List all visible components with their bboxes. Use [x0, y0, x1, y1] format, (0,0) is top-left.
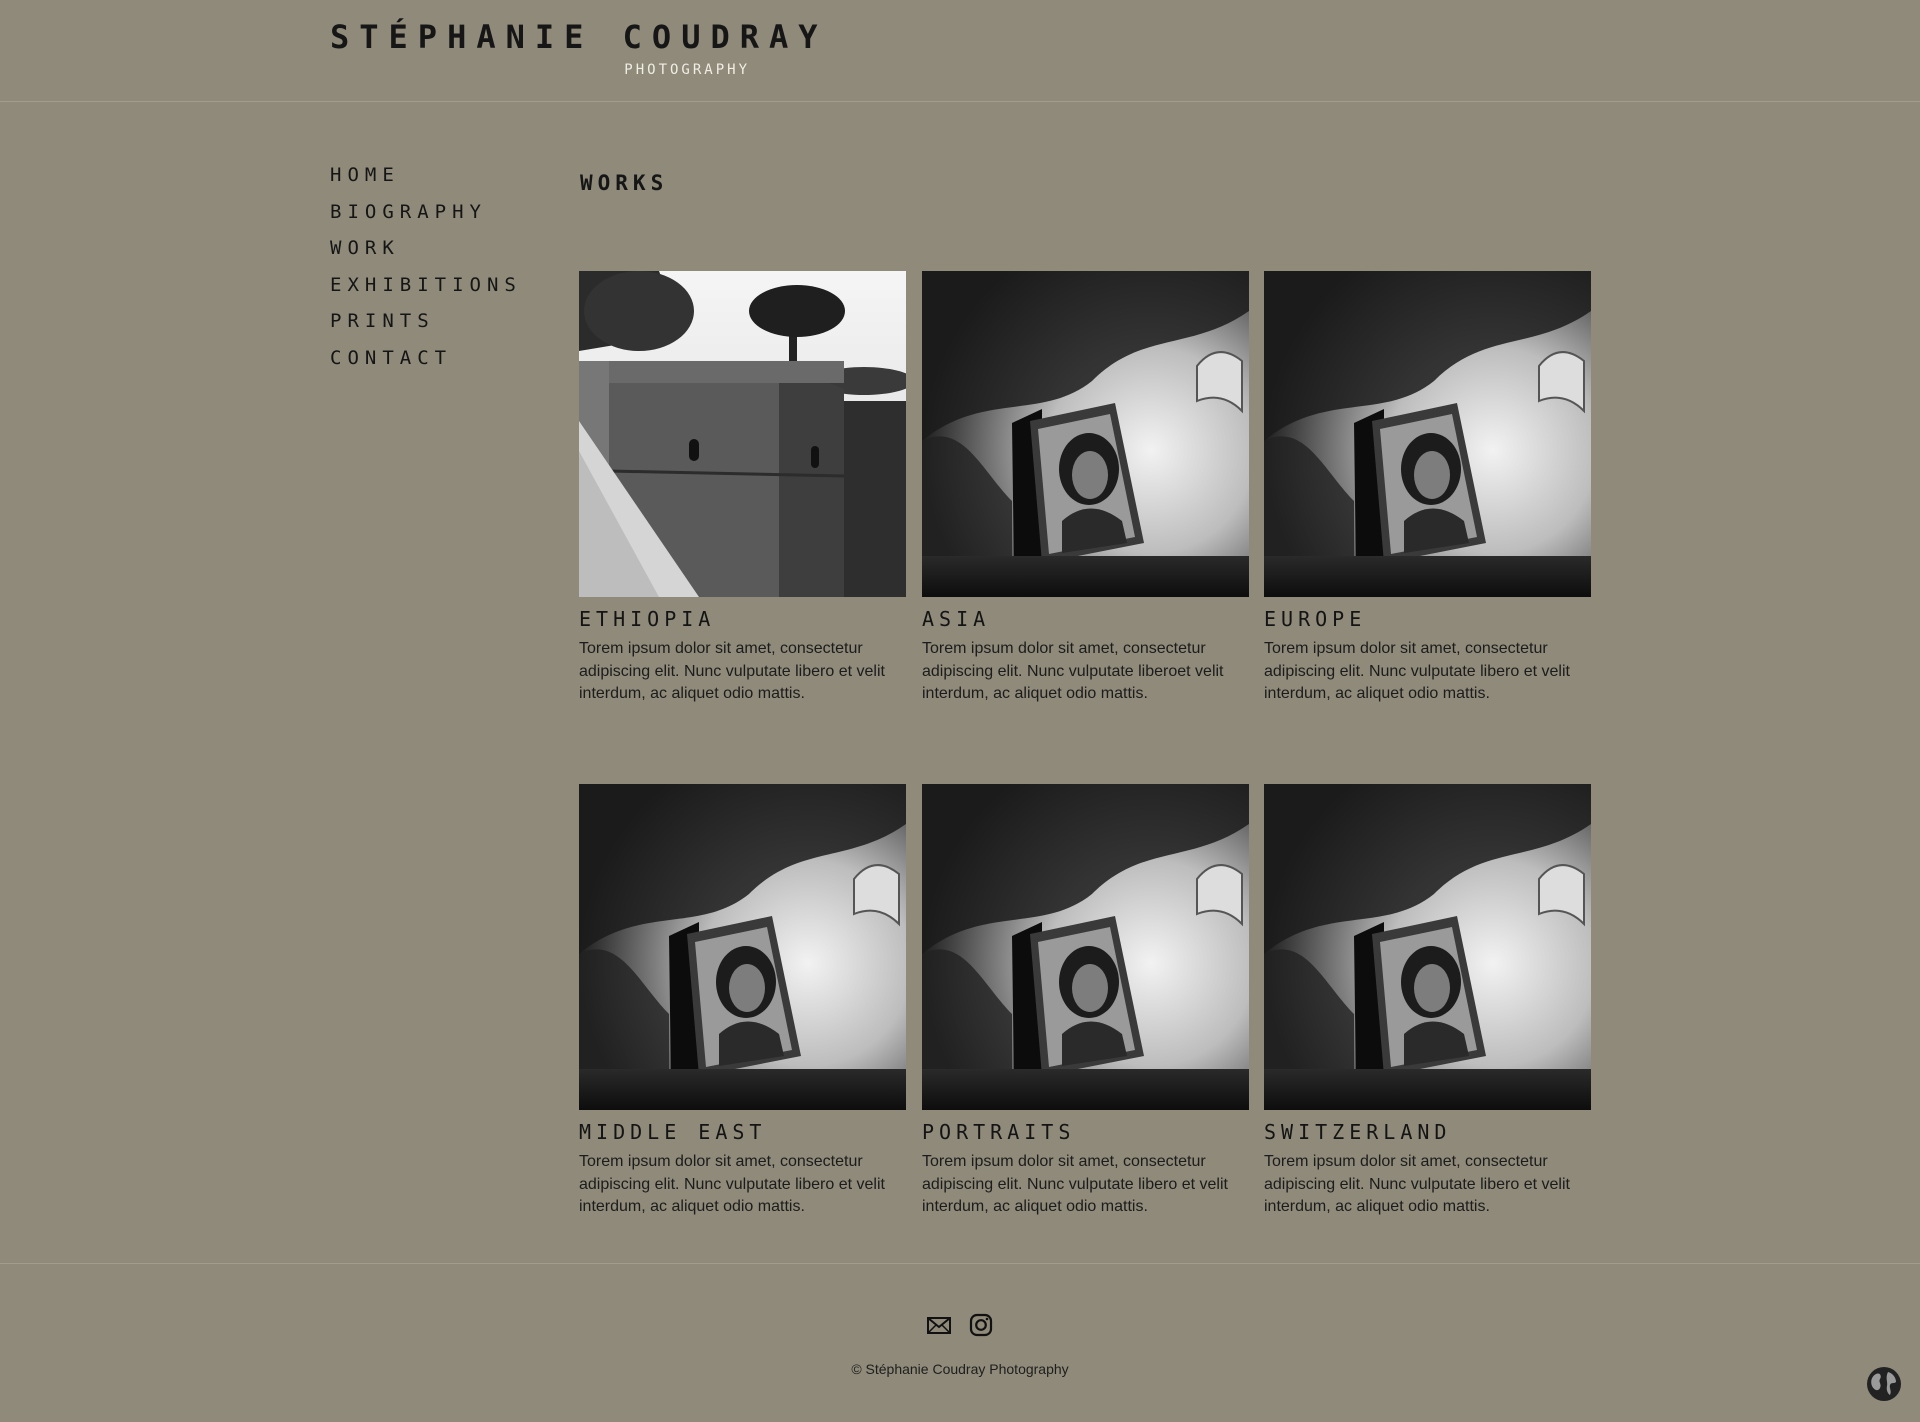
work-description: Torem ipsum dolor sit amet, consectetur …: [922, 640, 1224, 702]
work-card-middle-east[interactable]: MIDDLE EAST Torem ipsum dolor sit amet, …: [579, 784, 906, 1219]
work-card-europe[interactable]: EUROPE Torem ipsum dolor sit amet, conse…: [1264, 271, 1591, 706]
work-title[interactable]: ETHIOPIA: [579, 606, 906, 632]
nav-item-biography[interactable]: BIOGRAPHY: [330, 199, 522, 236]
instagram-icon[interactable]: [968, 1312, 994, 1338]
nav-item-contact[interactable]: CONTACT: [330, 345, 522, 382]
social-links: [926, 1312, 994, 1338]
work-card-asia[interactable]: ASIA Torem ipsum dolor sit amet, consect…: [922, 271, 1249, 706]
work-thumbnail[interactable]: [922, 271, 1249, 597]
brand-subtitle: PHOTOGRAPHY: [624, 62, 750, 78]
site-footer: © Stéphanie Coudray Photography: [0, 1263, 1920, 1422]
work-card-switzerland[interactable]: SWITZERLAND Torem ipsum dolor sit amet, …: [1264, 784, 1591, 1219]
work-title[interactable]: SWITZERLAND: [1264, 1119, 1591, 1145]
work-thumbnail[interactable]: [579, 271, 906, 597]
brand-name: STÉPHANIE COUDRAY: [330, 18, 828, 56]
page-title: WORKS: [580, 171, 669, 195]
work-title[interactable]: PORTRAITS: [922, 1119, 1249, 1145]
work-title[interactable]: ASIA: [922, 606, 1249, 632]
icon-painting-photo: [922, 784, 1249, 1110]
globe-icon[interactable]: [1866, 1366, 1902, 1402]
work-description: Torem ipsum dolor sit amet, consectetur …: [579, 640, 885, 702]
work-description: Torem ipsum dolor sit amet, consectetur …: [1264, 1153, 1570, 1215]
icon-painting-photo: [579, 784, 906, 1110]
icon-painting-photo: [1264, 271, 1591, 597]
site-header: STÉPHANIE COUDRAY PHOTOGRAPHY: [0, 0, 1920, 102]
rock-church-photo: [579, 271, 906, 597]
work-title[interactable]: MIDDLE EAST: [579, 1119, 906, 1145]
work-description: Torem ipsum dolor sit amet, consectetur …: [922, 1153, 1228, 1215]
main-nav: HOME BIOGRAPHY WORK EXHIBITIONS PRINTS C…: [330, 162, 522, 381]
nav-item-home[interactable]: HOME: [330, 162, 522, 199]
nav-item-exhibitions[interactable]: EXHIBITIONS: [330, 272, 522, 309]
mail-icon[interactable]: [926, 1312, 952, 1338]
icon-painting-photo: [1264, 784, 1591, 1110]
icon-painting-photo: [922, 271, 1249, 597]
work-description: Torem ipsum dolor sit amet, consectetur …: [1264, 640, 1570, 702]
work-card-ethiopia[interactable]: ETHIOPIA Torem ipsum dolor sit amet, con…: [579, 271, 906, 706]
work-description: Torem ipsum dolor sit amet, consectetur …: [579, 1153, 885, 1215]
copyright-text: © Stéphanie Coudray Photography: [851, 1361, 1069, 1377]
nav-item-prints[interactable]: PRINTS: [330, 308, 522, 345]
work-thumbnail[interactable]: [579, 784, 906, 1110]
brand-logo[interactable]: STÉPHANIE COUDRAY PHOTOGRAPHY: [330, 18, 828, 78]
work-thumbnail[interactable]: [1264, 784, 1591, 1110]
work-card-portraits[interactable]: PORTRAITS Torem ipsum dolor sit amet, co…: [922, 784, 1249, 1219]
work-thumbnail[interactable]: [922, 784, 1249, 1110]
nav-item-work[interactable]: WORK: [330, 235, 522, 272]
work-thumbnail[interactable]: [1264, 271, 1591, 597]
work-title[interactable]: EUROPE: [1264, 606, 1591, 632]
